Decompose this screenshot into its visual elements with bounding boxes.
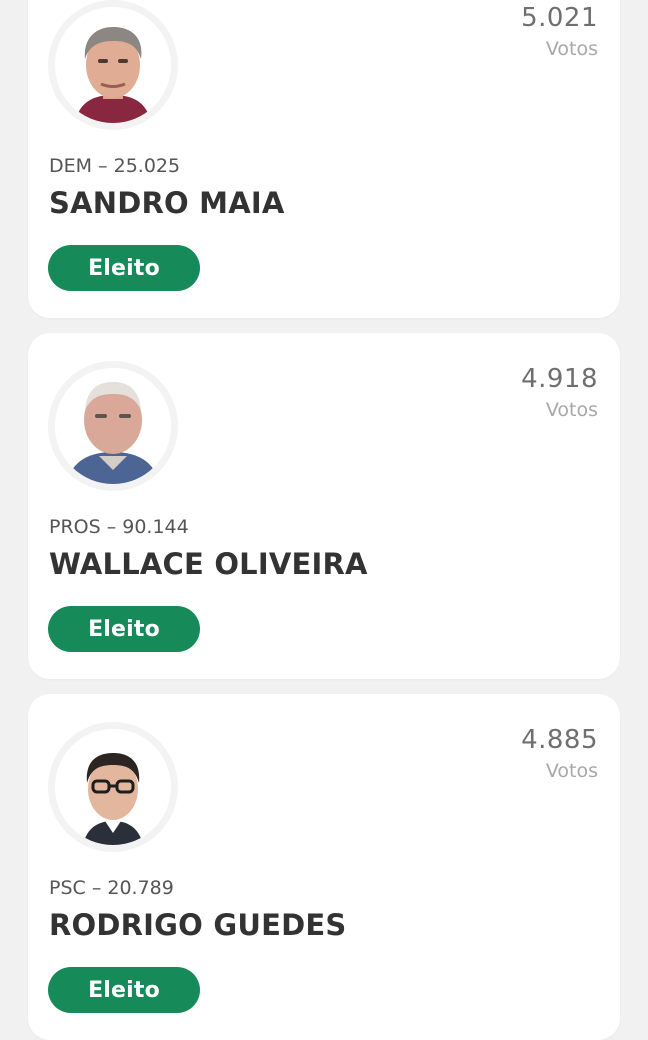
candidate-card[interactable]: 4.918 Votos PROS – 90.144 WALLACE OLIVEI… <box>28 333 620 679</box>
candidate-name: SANDRO MAIA <box>49 186 285 220</box>
candidate-photo <box>55 7 171 123</box>
party-number: PSC – 20.789 <box>49 877 174 899</box>
votes-label: Votos <box>545 760 598 782</box>
candidate-card[interactable]: 4.885 Votos PSC – 20.789 RODRIGO GUEDES … <box>28 694 620 1040</box>
vote-count: 4.885 <box>521 725 598 755</box>
candidate-portrait-icon <box>55 729 171 845</box>
candidate-photo <box>55 368 171 484</box>
party-number: DEM – 25.025 <box>49 155 181 177</box>
avatar <box>48 0 178 130</box>
vote-count-block: 4.885 Votos <box>521 724 598 784</box>
candidate-card[interactable]: 5.021 Votos DEM – 25.025 SANDRO MAIA Ele… <box>28 0 620 318</box>
votes-label: Votos <box>545 399 598 421</box>
elected-badge: Eleito <box>48 967 200 1013</box>
vote-count-block: 4.918 Votos <box>521 363 598 423</box>
avatar <box>48 361 178 491</box>
vote-count: 4.918 <box>521 364 598 394</box>
party-number: PROS – 90.144 <box>49 516 189 538</box>
avatar <box>48 722 178 852</box>
candidate-name: WALLACE OLIVEIRA <box>49 547 368 581</box>
elected-badge: Eleito <box>48 606 200 652</box>
candidate-name: RODRIGO GUEDES <box>49 908 347 942</box>
candidate-photo <box>55 729 171 845</box>
elected-badge: Eleito <box>48 245 200 291</box>
vote-count-block: 5.021 Votos <box>521 2 598 62</box>
candidate-portrait-icon <box>55 7 171 123</box>
candidate-portrait-icon <box>55 368 171 484</box>
vote-count: 5.021 <box>521 3 598 33</box>
votes-label: Votos <box>545 38 598 60</box>
